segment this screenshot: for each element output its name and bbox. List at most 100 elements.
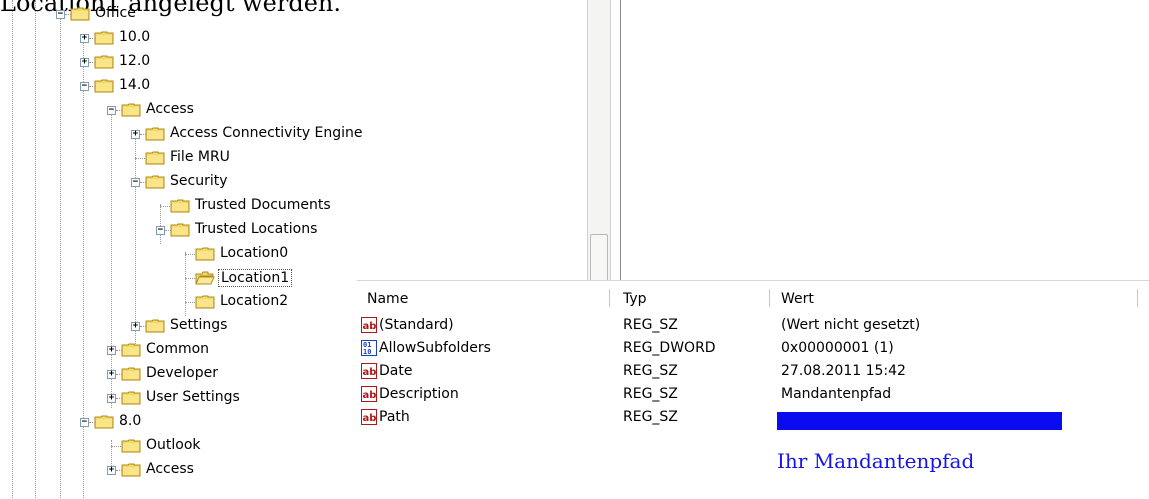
value-name: AllowSubfolders bbox=[379, 340, 491, 356]
value-data: 0x00000001 (1) bbox=[781, 340, 894, 356]
value-data: Mandantenpfad bbox=[781, 386, 892, 402]
tree-node-label[interactable]: Access Connectivity Engine bbox=[168, 125, 365, 141]
expand-icon[interactable]: + bbox=[131, 322, 140, 331]
tree-node-label[interactable]: 12.0 bbox=[117, 53, 152, 69]
folder-icon bbox=[121, 439, 141, 453]
expand-icon[interactable]: + bbox=[107, 370, 116, 379]
folder-icon bbox=[121, 343, 141, 357]
value-type: REG_SZ bbox=[623, 409, 678, 425]
expand-icon[interactable]: + bbox=[107, 466, 116, 475]
tree-node-location0[interactable]: Location0 bbox=[0, 243, 560, 265]
string-value-icon: ab bbox=[361, 409, 377, 425]
svg-text:ab: ab bbox=[363, 413, 377, 424]
svg-text:ab: ab bbox=[363, 367, 377, 378]
tree-node-label[interactable]: Settings bbox=[168, 317, 229, 333]
folder-icon bbox=[195, 295, 215, 309]
value-type: REG_SZ bbox=[623, 317, 678, 333]
tree-node-label[interactable]: Office bbox=[93, 5, 138, 21]
scrollbar-thumb[interactable] bbox=[590, 234, 608, 286]
expand-icon[interactable]: + bbox=[80, 34, 89, 43]
tree-node-access-connectivity-engine[interactable]: + Access Connectivity Engine bbox=[0, 123, 560, 145]
folder-icon bbox=[145, 175, 165, 189]
collapse-icon[interactable]: − bbox=[107, 106, 116, 115]
tree-node-label[interactable]: User Settings bbox=[144, 389, 242, 405]
column-header-value[interactable]: Wert bbox=[781, 291, 814, 307]
tree-node-label[interactable]: Access bbox=[144, 461, 196, 477]
string-value-icon: ab bbox=[361, 317, 377, 333]
column-separator[interactable] bbox=[769, 289, 770, 307]
tree-node-label[interactable]: 14.0 bbox=[117, 77, 152, 93]
value-row[interactable]: ab (Standard) REG_SZ (Wert nicht gesetzt) bbox=[357, 315, 1137, 338]
value-row[interactable]: ab Date REG_SZ 27.08.2011 15:42 bbox=[357, 361, 1137, 384]
expand-icon[interactable]: + bbox=[131, 130, 140, 139]
expand-icon[interactable]: + bbox=[80, 58, 89, 67]
folder-icon bbox=[170, 199, 190, 213]
collapse-icon[interactable]: − bbox=[131, 178, 140, 187]
value-row[interactable]: ab Description REG_SZ Mandantenpfad bbox=[357, 384, 1137, 407]
value-row[interactable]: 01 10 AllowSubfolders REG_DWORD 0x00000001 (… bbox=[357, 338, 1137, 361]
svg-text:ab: ab bbox=[363, 321, 377, 332]
svg-text:10: 10 bbox=[363, 348, 371, 356]
value-type: REG_SZ bbox=[623, 386, 678, 402]
value-data: 27.08.2011 15:42 bbox=[781, 363, 906, 379]
folder-icon bbox=[121, 103, 141, 117]
column-separator[interactable] bbox=[609, 289, 610, 307]
collapse-icon[interactable]: − bbox=[56, 10, 65, 19]
tree-node-label[interactable]: File MRU bbox=[168, 149, 232, 165]
dword-value-icon: 01 10 bbox=[361, 340, 377, 356]
redacted-value bbox=[777, 412, 1062, 430]
tree-node-label[interactable]: 8.0 bbox=[117, 413, 143, 429]
folder-icon bbox=[145, 151, 165, 165]
expand-icon[interactable]: + bbox=[107, 346, 116, 355]
folder-icon bbox=[145, 319, 165, 333]
value-name: (Standard) bbox=[379, 317, 454, 333]
collapse-icon[interactable]: − bbox=[80, 82, 89, 91]
values-pane: Name Typ Wert ab (Standard) REG_SZ (Wert ni… bbox=[357, 280, 1149, 499]
string-value-icon: ab bbox=[361, 363, 377, 379]
folder-icon bbox=[94, 415, 114, 429]
svg-text:ab: ab bbox=[363, 390, 377, 401]
tree-node-label[interactable]: Location1 bbox=[218, 269, 293, 287]
tree-scrollbar[interactable] bbox=[587, 0, 611, 288]
tree-node-label[interactable]: Trusted Locations bbox=[193, 221, 319, 237]
tree-node-label[interactable]: Developer bbox=[144, 365, 220, 381]
value-type: REG_SZ bbox=[623, 363, 678, 379]
folder-icon bbox=[121, 463, 141, 477]
pane-splitter[interactable] bbox=[620, 0, 621, 288]
folder-icon bbox=[94, 31, 114, 45]
value-name: Path bbox=[379, 409, 410, 425]
tree-node-12-0[interactable]: +12.0 bbox=[0, 51, 560, 73]
folder-icon bbox=[94, 79, 114, 93]
tree-node-security[interactable]: − Security bbox=[0, 171, 560, 193]
folder-icon bbox=[195, 271, 215, 285]
tree-node-label[interactable]: Location0 bbox=[218, 245, 290, 261]
tree-node-14-0[interactable]: − 14.0 bbox=[0, 75, 560, 97]
value-name: Description bbox=[379, 386, 459, 402]
folder-icon bbox=[170, 223, 190, 237]
column-header-name[interactable]: Name bbox=[367, 291, 408, 307]
tree-node-label[interactable]: 10.0 bbox=[117, 29, 152, 45]
column-header-type[interactable]: Typ bbox=[623, 291, 647, 307]
tree-node-label[interactable]: Location2 bbox=[218, 293, 290, 309]
value-name: Date bbox=[379, 363, 413, 379]
tree-node-label[interactable]: Trusted Documents bbox=[193, 197, 333, 213]
expand-icon[interactable]: + bbox=[107, 394, 116, 403]
collapse-icon[interactable]: − bbox=[80, 418, 89, 427]
tree-node-label[interactable]: Access bbox=[144, 101, 196, 117]
tree-node-trusted-documents[interactable]: Trusted Documents bbox=[0, 195, 560, 217]
column-separator[interactable] bbox=[1137, 289, 1138, 307]
folder-icon bbox=[145, 127, 165, 141]
tree-node-label[interactable]: Common bbox=[144, 341, 211, 357]
tree-node-file-mru[interactable]: File MRU bbox=[0, 147, 560, 169]
tree-node-10-0[interactable]: +10.0 bbox=[0, 27, 560, 49]
value-row[interactable]: ab Path REG_SZ bbox=[357, 407, 1137, 430]
value-type: REG_DWORD bbox=[623, 340, 716, 356]
collapse-icon[interactable]: − bbox=[156, 226, 165, 235]
tree-node-access[interactable]: − Access bbox=[0, 99, 560, 121]
tree-node-office[interactable]: − Office bbox=[0, 3, 560, 25]
tree-node-label[interactable]: Outlook bbox=[144, 437, 203, 453]
tree-node-trusted-locations[interactable]: − Trusted Locations bbox=[0, 219, 560, 241]
folder-icon bbox=[70, 7, 90, 21]
tree-node-label[interactable]: Security bbox=[168, 173, 230, 189]
value-data: (Wert nicht gesetzt) bbox=[781, 317, 921, 333]
